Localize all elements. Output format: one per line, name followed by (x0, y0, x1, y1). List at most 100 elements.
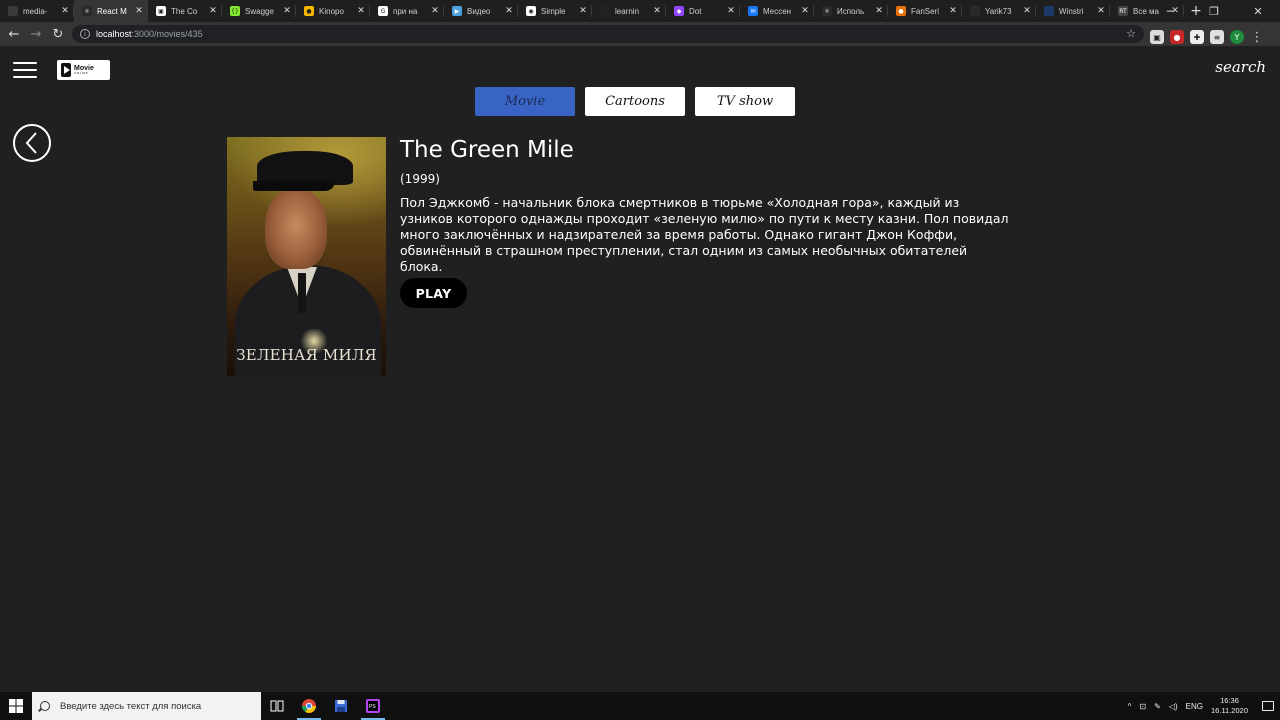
svg-text:PS: PS (369, 704, 376, 710)
pen-icon[interactable]: ✎ (1154, 702, 1161, 711)
back-nav-button[interactable]: ← (3, 23, 25, 45)
tab-favicon-icon: ▣ (156, 6, 166, 16)
chevron-left-icon (25, 132, 37, 154)
tab-favicon-icon: RT (1118, 6, 1128, 16)
tab-close-icon[interactable]: ✕ (874, 6, 884, 16)
browser-tab[interactable]: ▣ The Co ✕ (148, 0, 222, 22)
system-tray: ^ ⊡ ✎ ◁) ENG 16:36 16.11.2020 (1128, 692, 1280, 720)
clock[interactable]: 16:36 16.11.2020 (1211, 696, 1248, 716)
tab-close-icon[interactable]: ✕ (948, 6, 958, 16)
tab-close-icon[interactable]: ✕ (652, 6, 662, 16)
page-content: Movie ONLINE search Movie Cartoons TV sh… (0, 46, 1280, 692)
movie-poster: ЗЕЛЕНАЯ МИЛЯ (227, 137, 386, 376)
clock-time: 16:36 (1220, 696, 1239, 705)
tab-cartoons[interactable]: Cartoons (585, 87, 685, 116)
tab-title: Simple (541, 6, 566, 16)
tab-favicon-icon: ▶ (452, 6, 462, 16)
window-controls: ─ ❐ ✕ (1148, 0, 1280, 22)
browser-tab[interactable]: Winstri ✕ (1036, 0, 1110, 22)
taskbar-search-input[interactable]: Введите здесь текст для поиска (32, 692, 261, 720)
tab-title: Kinopo (319, 6, 344, 16)
browser-tab[interactable]: ◆ Dot ✕ (666, 0, 740, 22)
task-view-icon[interactable] (261, 692, 293, 720)
play-button[interactable]: PLAY (400, 278, 467, 308)
tab-title: FanSeri (911, 6, 940, 16)
tab-close-icon[interactable]: ✕ (356, 6, 366, 16)
tab-close-icon[interactable]: ✕ (800, 6, 810, 16)
windows-taskbar: Введите здесь текст для поиска PS ^ ⊡ ✎ … (0, 692, 1280, 720)
back-button[interactable] (13, 124, 51, 162)
tab-favicon-icon (1044, 6, 1054, 16)
tab-close-icon[interactable]: ✕ (60, 6, 70, 16)
tab-close-icon[interactable]: ✕ (134, 6, 144, 16)
close-window-button[interactable]: ✕ (1236, 0, 1280, 22)
maximize-button[interactable]: ❐ (1192, 0, 1236, 22)
browser-tab[interactable]: ⚛ Исполь ✕ (814, 0, 888, 22)
browser-tab[interactable]: Yarik73 ✕ (962, 0, 1036, 22)
tab-close-icon[interactable]: ✕ (504, 6, 514, 16)
windows-logo-icon (9, 699, 23, 713)
tab-favicon-icon (600, 6, 610, 16)
tab-close-icon[interactable]: ✕ (1022, 6, 1032, 16)
tab-favicon-icon (970, 6, 980, 16)
minimize-button[interactable]: ─ (1148, 0, 1192, 22)
volume-icon[interactable]: ◁) (1169, 702, 1178, 711)
hamburger-menu-icon[interactable] (13, 62, 37, 78)
browser-tab[interactable]: ● Kinopo ✕ (296, 0, 370, 22)
site-logo[interactable]: Movie ONLINE (57, 60, 110, 80)
phpstorm-taskbar-icon[interactable]: PS (357, 692, 389, 720)
extension-icon[interactable]: ● (1170, 30, 1184, 44)
bookmark-star-icon[interactable]: ☆ (1126, 27, 1136, 40)
tab-title: Swagge (245, 6, 274, 16)
tab-title: learnin (615, 6, 640, 16)
browser-menu-icon[interactable]: ⋮ (1250, 26, 1264, 48)
tab-close-icon[interactable]: ✕ (726, 6, 736, 16)
tab-list: media- ✕ ⚛ React M ✕ ▣ The Co ✕ {} Swagge ✕ ● Kinopo… (0, 0, 1184, 22)
tray-overflow-icon[interactable]: ^ (1128, 702, 1132, 711)
browser-tab[interactable]: learnin ✕ (592, 0, 666, 22)
reload-button[interactable]: ↻ (47, 23, 69, 45)
extension-icon[interactable]: ✚ (1190, 30, 1204, 44)
tab-favicon-icon: ◆ (674, 6, 684, 16)
tab-title: React M (97, 6, 127, 16)
search-link[interactable]: search (1215, 58, 1266, 76)
extensions-area: ▣ ● ✚ ≡ Y ⋮ (1150, 26, 1264, 48)
site-info-icon[interactable]: i (80, 29, 90, 39)
tab-favicon-icon: {} (230, 6, 240, 16)
tab-favicon-icon (8, 6, 18, 16)
browser-tab[interactable]: Gпри на ✕ (370, 0, 444, 22)
save-app-icon[interactable] (325, 692, 357, 720)
url-host: localhost (96, 29, 132, 39)
browser-tab[interactable]: media- ✕ (0, 0, 74, 22)
movie-title: The Green Mile (400, 137, 574, 163)
tab-close-icon[interactable]: ✕ (578, 6, 588, 16)
browser-tab[interactable]: ▶ Видео ✕ (444, 0, 518, 22)
tab-favicon-icon: ● (304, 6, 314, 16)
network-icon[interactable]: ⊡ (1139, 702, 1146, 711)
browser-tab[interactable]: ⚛ React M ✕ (74, 0, 148, 22)
browser-tab[interactable]: ● FanSeri ✕ (888, 0, 962, 22)
tab-close-icon[interactable]: ✕ (1096, 6, 1106, 16)
extension-icon[interactable]: ≡ (1210, 30, 1224, 44)
browser-tab[interactable]: ◉ Simple ✕ (518, 0, 592, 22)
tab-movie[interactable]: Movie (475, 87, 575, 116)
address-bar[interactable]: i localhost:3000/movies/435 ☆ (72, 25, 1144, 43)
tab-close-icon[interactable]: ✕ (430, 6, 440, 16)
tab-favicon-icon: ⚛ (82, 6, 92, 16)
tab-tv-show[interactable]: TV show (695, 87, 795, 116)
tab-close-icon[interactable]: ✕ (282, 6, 292, 16)
profile-avatar[interactable]: Y (1230, 30, 1244, 44)
tab-favicon-icon: G (378, 6, 388, 16)
extension-icon[interactable]: ▣ (1150, 30, 1164, 44)
chrome-taskbar-icon[interactable] (293, 692, 325, 720)
tab-close-icon[interactable]: ✕ (208, 6, 218, 16)
start-button[interactable] (0, 692, 32, 720)
forward-nav-button[interactable]: → (25, 23, 47, 45)
notification-icon[interactable] (1262, 701, 1274, 711)
logo-subtitle: ONLINE (74, 71, 89, 75)
browser-tab[interactable]: {} Swagge ✕ (222, 0, 296, 22)
browser-tab[interactable]: ✉ Мессен ✕ (740, 0, 814, 22)
language-indicator[interactable]: ENG (1186, 702, 1203, 711)
extension-list: ▣ ● ✚ ≡ (1150, 30, 1224, 44)
tab-title: Исполь (837, 6, 865, 16)
